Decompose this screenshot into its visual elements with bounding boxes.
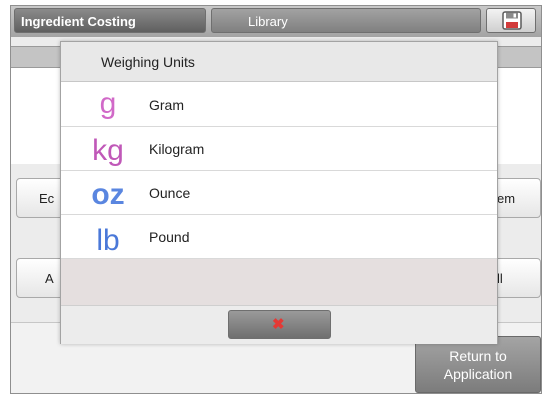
save-icon — [502, 11, 522, 30]
return-to-application-button[interactable]: Return to Application — [415, 336, 541, 393]
unit-label-pound: Pound — [149, 229, 190, 245]
unit-label-kilogram: Kilogram — [149, 141, 205, 157]
tab-ingredient-costing-label: Ingredient Costing — [21, 14, 136, 29]
close-x-icon: ✖ — [272, 316, 285, 333]
save-button[interactable] — [486, 8, 536, 33]
weighing-units-dialog: Weighing Units g Gram kg Kilogram oz Oun… — [60, 41, 498, 344]
ounce-symbol: oz — [91, 178, 124, 211]
return-line2: Application — [443, 365, 513, 382]
background-left-button-1-label: Ec — [39, 191, 55, 206]
dialog-footer: ✖ — [61, 305, 497, 344]
top-tab-bar: Ingredient Costing Library — [11, 6, 541, 37]
unit-label-gram: Gram — [149, 97, 184, 113]
background-right-button-1-label: em — [497, 191, 516, 206]
kilogram-symbol: kg — [92, 134, 124, 167]
unit-item-ounce[interactable]: oz Ounce — [61, 171, 497, 215]
background-left-button-2-label: A — [45, 271, 54, 286]
pound-symbol: lb — [96, 224, 119, 257]
gram-symbol: g — [100, 87, 117, 120]
dialog-empty-area — [61, 259, 497, 305]
ounce-icon: oz — [91, 178, 124, 211]
tab-library[interactable]: Library — [211, 8, 481, 33]
pound-icon: lb — [96, 224, 119, 257]
unit-label-ounce: Ounce — [149, 185, 191, 201]
dialog-title: Weighing Units — [61, 42, 497, 82]
app-screen: Ingredient Costing Library Ec em A ll Re… — [10, 5, 542, 394]
tab-ingredient-costing[interactable]: Ingredient Costing — [14, 8, 206, 33]
close-button[interactable]: ✖ — [228, 310, 331, 339]
gram-icon: g — [100, 87, 117, 120]
unit-item-kilogram[interactable]: kg Kilogram — [61, 127, 497, 171]
unit-item-gram[interactable]: g Gram — [61, 83, 497, 127]
tab-library-label: Library — [248, 14, 288, 29]
unit-item-pound[interactable]: lb Pound — [61, 215, 497, 259]
return-line1: Return to — [449, 347, 507, 364]
kilogram-icon: kg — [92, 134, 124, 167]
